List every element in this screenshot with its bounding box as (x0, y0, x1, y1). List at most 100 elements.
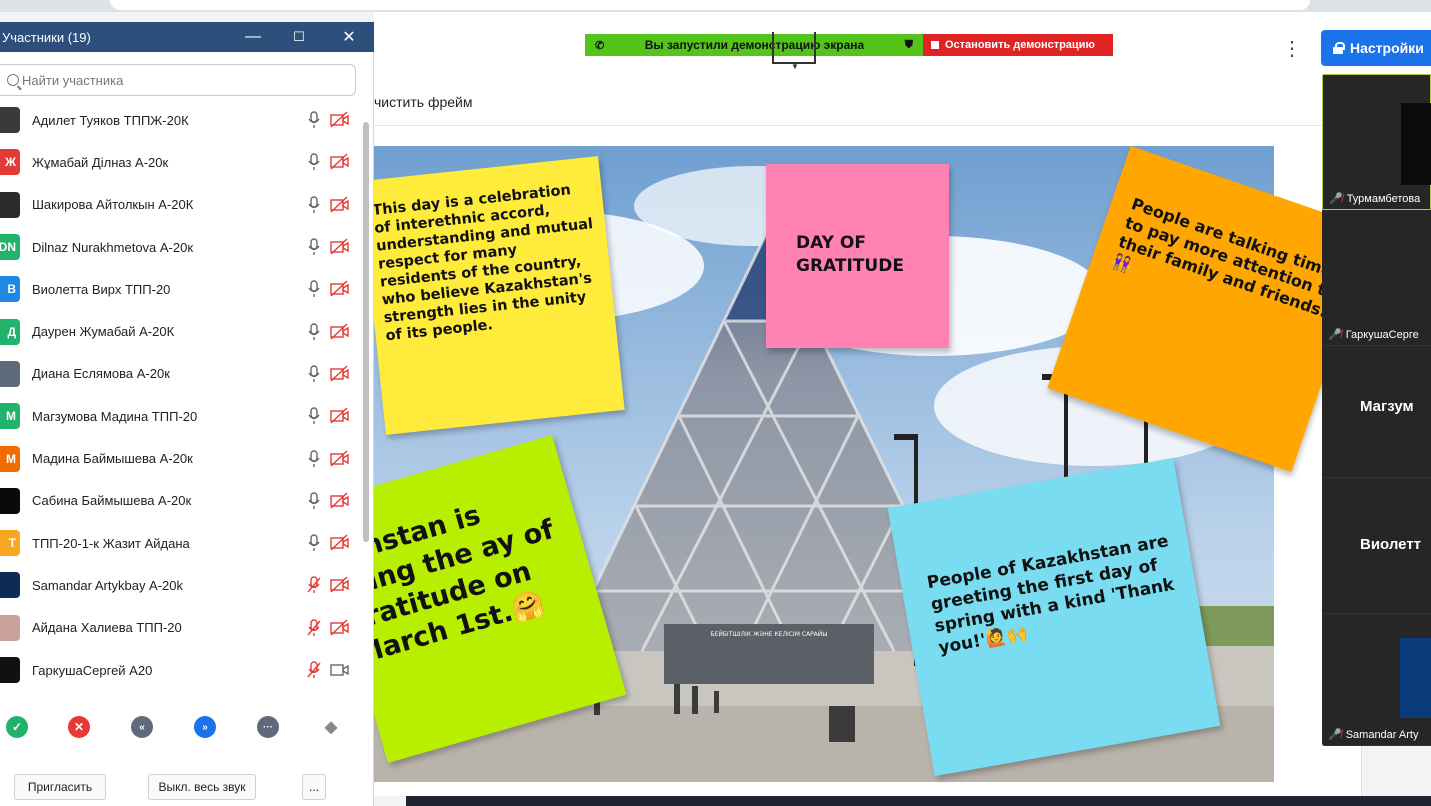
browser-address-strip (0, 0, 1431, 12)
video-tile-label: 🎤̸ Samandar Arty (1328, 728, 1418, 742)
app-root: ✆ Вы запустили демонстрацию экрана ⛊ Ост… (0, 0, 1431, 806)
participant-name: Dilnaz Nurakhmetova А-20к (32, 239, 194, 255)
rewind-icon[interactable]: « (131, 716, 153, 738)
more-button[interactable]: ... (302, 774, 326, 800)
camera-off-icon[interactable] (329, 280, 351, 298)
participant-row[interactable]: Ж Жұмабай Ділназ А-20к (0, 141, 360, 183)
participant-row[interactable]: Samandar Artykbay А-20k (0, 564, 360, 606)
camera-off-icon[interactable] (329, 111, 351, 129)
mic-icon[interactable] (306, 280, 322, 298)
chevron-down-icon: ▼ (791, 62, 799, 71)
avatar (0, 360, 20, 387)
mic-icon[interactable] (306, 407, 322, 425)
camera-off-icon[interactable] (329, 196, 351, 214)
mic-muted-icon: 🎤̸ (1328, 729, 1342, 741)
sticky-note-text: DAY OF GRATITUDE (796, 233, 904, 276)
mic-icon[interactable] (306, 449, 322, 468)
camera-off-icon[interactable] (329, 450, 351, 468)
mic-icon[interactable] (306, 111, 322, 129)
camera-off-icon[interactable] (329, 238, 351, 256)
mic-icon[interactable] (306, 492, 322, 510)
mic-muted-icon[interactable] (306, 576, 322, 594)
video-tile[interactable]: Магзум (1322, 346, 1431, 478)
minimize-icon[interactable]: — (230, 22, 276, 52)
sticky-note-cyan[interactable]: People of Kazakhstan are greeting the fi… (887, 457, 1221, 777)
sticky-note-pink[interactable]: DAY OF GRATITUDE (766, 164, 949, 348)
camera-off-icon[interactable] (329, 323, 351, 341)
checkmark-icon[interactable]: ✓ (6, 716, 28, 738)
camera-off-icon[interactable] (329, 492, 351, 510)
camera-off-icon[interactable] (329, 365, 351, 383)
camera-off-icon[interactable] (329, 153, 351, 171)
maximize-icon[interactable]: ☐ (276, 22, 322, 52)
participant-name: ГаркушаСергей А20 (32, 662, 153, 678)
eraser-icon[interactable]: ◆ (320, 716, 342, 738)
taskbar-strip (406, 796, 1431, 806)
participant-row[interactable]: М Мадина Баймышева А-20к (0, 437, 360, 479)
participant-row[interactable]: Диана Еслямова А-20к (0, 353, 360, 395)
camera-off-icon[interactable] (329, 576, 351, 594)
participant-row[interactable]: Т ТПП-20-1-к Жазит Айдана (0, 522, 360, 564)
avatar (0, 487, 20, 514)
participants-title-bar: Участники (19) — ☐ ✕ (0, 22, 374, 52)
camera-off-icon[interactable] (329, 534, 351, 552)
stop-share-label: Остановить демонстрацию (945, 39, 1095, 51)
mic-icon[interactable] (306, 196, 322, 214)
participant-row[interactable]: В Виолетта Вирх ТПП-20 (0, 268, 360, 310)
clear-frame-button[interactable]: чистить фрейм (374, 94, 472, 110)
mute-all-button[interactable]: Выкл. весь звук (148, 774, 256, 800)
participant-row[interactable]: Айдана Халиева ТПП-20 (0, 607, 360, 649)
participant-name: Даурен Жумабай А-20К (32, 324, 175, 340)
sticky-note-yellow[interactable]: This day is a celebration of interethnic… (359, 156, 625, 435)
mic-icon[interactable] (306, 322, 322, 341)
participant-row[interactable]: ГаркушаСергей А20 (0, 649, 360, 691)
share-status: ✆ Вы запустили демонстрацию экрана ⛊ (585, 34, 923, 56)
camera-off-icon[interactable] (329, 407, 351, 425)
participant-name: ТПП-20-1-к Жазит Айдана (32, 535, 190, 551)
participant-list-scrollbar[interactable] (363, 122, 369, 542)
mic-icon[interactable] (306, 534, 322, 552)
mic-muted-icon[interactable] (306, 619, 322, 637)
stop-share-button[interactable]: Остановить демонстрацию (923, 34, 1113, 56)
video-tile[interactable]: 🎤̸ ГаркушаСерге (1322, 210, 1431, 346)
video-tile-label: 🎤̸ Турмамбетова (1329, 192, 1420, 206)
close-icon[interactable]: ✕ (326, 22, 372, 52)
avatar (0, 572, 20, 599)
cross-icon[interactable]: ✕ (68, 716, 90, 738)
settings-button[interactable]: Настройки (1321, 30, 1431, 66)
participant-row[interactable]: DN Dilnaz Nurakhmetova А-20к (0, 226, 360, 268)
camera-icon[interactable] (329, 661, 351, 679)
camera-off-icon[interactable] (329, 619, 351, 637)
video-tile[interactable]: 🎤̸ Samandar Arty (1322, 614, 1431, 746)
share-drag-handle[interactable] (772, 32, 816, 64)
video-tile[interactable]: Виолетт (1322, 478, 1431, 614)
participant-row[interactable]: Шакирова Айтолкын А-20К (0, 184, 360, 226)
participant-row[interactable]: М Магзумова Мадина ТПП-20 (0, 395, 360, 437)
video-feed (1401, 103, 1431, 185)
browser-url-bar[interactable] (110, 0, 1310, 10)
mic-icon[interactable] (306, 365, 322, 383)
participant-name: Айдана Халиева ТПП-20 (32, 620, 182, 636)
avatar (0, 191, 20, 218)
participant-actions: ✓ ✕ « » ··· ◆ (0, 708, 374, 748)
mic-icon[interactable] (306, 153, 322, 171)
sticky-note-text: People are talking time to pay more atte… (1109, 194, 1339, 322)
fast-forward-icon[interactable]: » (194, 716, 216, 738)
video-tile-name: Магзум (1360, 398, 1414, 415)
video-tile[interactable]: 🎤̸ Турмамбетова (1322, 74, 1431, 210)
mic-muted-icon[interactable] (306, 661, 322, 679)
ellipsis-icon[interactable]: ··· (257, 716, 279, 738)
participant-row[interactable]: Адилет Туяков ТППЖ-20К (0, 99, 360, 141)
avatar: DN (0, 234, 20, 261)
mic-muted-icon: 🎤̸ (1328, 329, 1342, 341)
participant-search-input[interactable]: Найти участника (0, 64, 356, 96)
screen-share-banner: ✆ Вы запустили демонстрацию экрана ⛊ Ост… (585, 34, 1113, 56)
stop-icon (931, 41, 939, 49)
participant-name: Виолетта Вирх ТПП-20 (32, 281, 171, 297)
participant-row[interactable]: Д Даурен Жумабай А-20К (0, 310, 360, 352)
participant-row[interactable]: Сабина Баймышева А-20к (0, 480, 360, 522)
mic-icon[interactable] (306, 238, 322, 256)
invite-button[interactable]: Пригласить (14, 774, 106, 800)
more-options-icon[interactable]: ⋮ (1282, 36, 1302, 62)
sticky-note-text: This day is a celebration of interethnic… (371, 182, 594, 345)
